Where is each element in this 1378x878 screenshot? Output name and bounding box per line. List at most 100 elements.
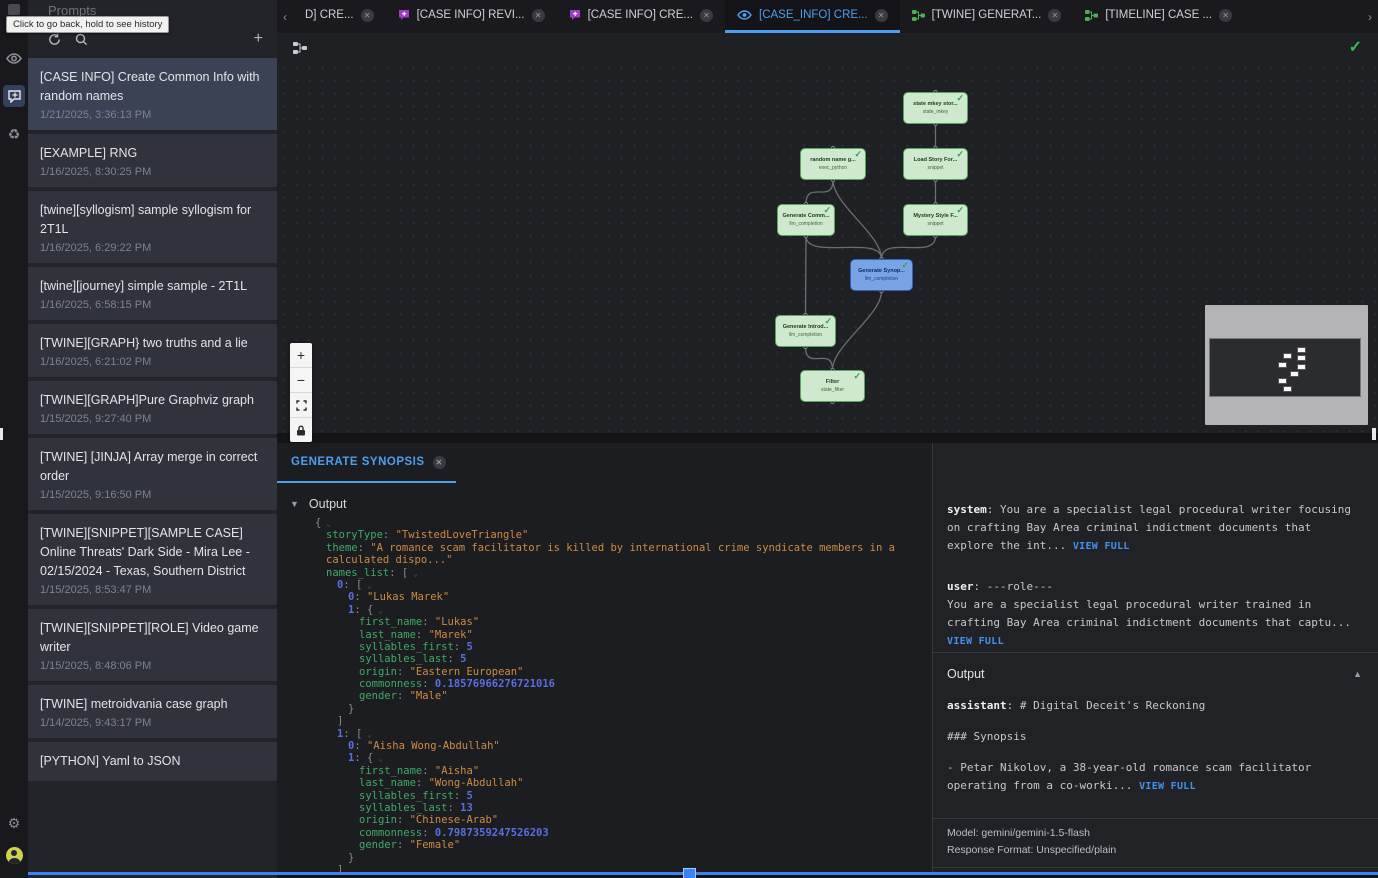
tab-generate-synopsis[interactable]: GENERATE SYNOPSIS ✕ bbox=[277, 443, 456, 483]
json-line: gender: "Male" bbox=[315, 690, 932, 702]
tab-close-icon[interactable]: ✕ bbox=[875, 9, 888, 22]
json-token: commonness bbox=[359, 678, 422, 690]
prompt-list-item[interactable]: [twine][syllogism] sample syllogism for … bbox=[28, 191, 277, 263]
prompt-date: 1/21/2025, 3:36:13 PM bbox=[40, 108, 265, 122]
graph-node[interactable]: Generate Synop...llm_completion✓ bbox=[850, 259, 913, 291]
tab-close-icon[interactable]: ✕ bbox=[1048, 9, 1061, 22]
prompt-title: [TWINE][SNIPPET][SAMPLE CASE] Online Thr… bbox=[40, 524, 265, 581]
tabs-scroll-right-icon[interactable]: › bbox=[1362, 0, 1378, 33]
prompt-list-item[interactable]: [TWINE] [JINJA] Array merge in correct o… bbox=[28, 438, 277, 510]
assistant-paragraph: - Petar Nikolov, a 38-year-old romance s… bbox=[947, 759, 1362, 796]
fit-view-button[interactable] bbox=[290, 393, 312, 418]
panel-resize-handle[interactable] bbox=[1372, 428, 1376, 440]
json-line: commonness: 0.7987359247526203 bbox=[315, 827, 932, 839]
json-token: "Marek" bbox=[429, 629, 473, 641]
check-icon: ✓ bbox=[823, 205, 831, 216]
json-line: 1: { ⌄ bbox=[315, 604, 932, 616]
flows-icon[interactable]: ♻ bbox=[0, 120, 28, 148]
back-button[interactable] bbox=[8, 4, 20, 15]
prompt-list-item[interactable]: [TWINE][GRAPH} two truths and a lie1/16/… bbox=[28, 324, 277, 377]
settings-gear-icon[interactable]: ⚙ bbox=[0, 809, 28, 837]
prompt-list-item[interactable]: [TWINE][GRAPH]Pure Graphviz graph1/15/20… bbox=[28, 381, 277, 434]
editor-tab[interactable]: [TWINE] GENERAT...✕ bbox=[900, 0, 1074, 33]
output-section-header[interactable]: ▼ Output bbox=[277, 483, 932, 517]
json-token: ] bbox=[337, 864, 343, 872]
prompt-list-item[interactable]: [TWINE][SNIPPET][ROLE] Video game writer… bbox=[28, 609, 277, 681]
tabs-scroll-left-icon[interactable]: ‹ bbox=[277, 0, 293, 33]
add-prompt-button[interactable]: + bbox=[254, 30, 263, 48]
prompt-list-item[interactable]: [PYTHON] Yaml to JSON bbox=[28, 742, 277, 781]
zoom-out-button[interactable]: − bbox=[290, 368, 312, 393]
zoom-in-button[interactable]: + bbox=[290, 343, 312, 368]
tab-close-icon[interactable]: ✕ bbox=[532, 9, 545, 22]
view-full-link[interactable]: VIEW FULL bbox=[1139, 781, 1196, 792]
check-icon: ✓ bbox=[956, 205, 964, 216]
prompt-list: [CASE INFO] Create Common Info with rand… bbox=[28, 56, 277, 868]
bottom-resize-handle[interactable] bbox=[683, 868, 696, 878]
prompt-list-item[interactable]: [CASE INFO] Create Common Info with rand… bbox=[28, 58, 277, 130]
prompt-date: 1/16/2025, 8:30:25 PM bbox=[40, 165, 265, 179]
graph-node[interactable]: Generate Introd...llm_completion✓ bbox=[775, 315, 836, 347]
json-token: ⌄ bbox=[362, 730, 372, 739]
tab-close-icon[interactable]: ✕ bbox=[433, 456, 446, 469]
json-token: "Male" bbox=[410, 690, 448, 702]
json-token: "Chinese-Arab" bbox=[410, 814, 499, 826]
tab-close-icon[interactable]: ✕ bbox=[361, 9, 374, 22]
model-footer: Model: gemini/gemini-1.5-flash Response … bbox=[933, 818, 1378, 868]
view-full-link[interactable]: VIEW FULL bbox=[1073, 541, 1130, 552]
json-token: : bbox=[354, 740, 367, 752]
json-token: : bbox=[397, 814, 410, 826]
node-subtitle: exec_python bbox=[801, 165, 865, 171]
message-text: ### Synopsis bbox=[947, 730, 1026, 743]
search-icon[interactable] bbox=[75, 33, 88, 46]
tab-close-icon[interactable]: ✕ bbox=[700, 9, 713, 22]
json-token: gender bbox=[359, 839, 397, 851]
bottom-resize-bar[interactable] bbox=[28, 872, 1378, 875]
json-token: : bbox=[416, 629, 429, 641]
editor-tab[interactable]: [CASE INFO] CRE...✕ bbox=[557, 0, 725, 33]
node-canvas[interactable]: ✓ state mkey stor...state_mkey✓random na… bbox=[277, 33, 1378, 433]
minimap-node-dot bbox=[1297, 355, 1306, 361]
lock-button[interactable] bbox=[290, 418, 312, 442]
left-resize-handle[interactable] bbox=[0, 428, 3, 440]
graph-node[interactable]: Load Story For...snippet✓ bbox=[903, 148, 968, 180]
json-token: origin bbox=[359, 666, 397, 678]
user-avatar[interactable] bbox=[6, 847, 23, 864]
check-icon: ✓ bbox=[956, 149, 964, 160]
json-token: names_list bbox=[326, 567, 389, 579]
chevron-down-icon: ▼ bbox=[290, 499, 299, 509]
tab-close-icon[interactable]: ✕ bbox=[1219, 9, 1232, 22]
refresh-icon[interactable] bbox=[48, 33, 61, 46]
graph-node[interactable]: Mystery Style F...snippet✓ bbox=[903, 204, 968, 236]
minimap[interactable] bbox=[1205, 305, 1368, 425]
editor-tab[interactable]: [TIMELINE] CASE ...✕ bbox=[1073, 0, 1244, 33]
view-full-link[interactable]: VIEW FULL bbox=[947, 636, 1004, 647]
eye-icon[interactable] bbox=[0, 44, 28, 72]
prompt-list-item[interactable]: [TWINE][SNIPPET][SAMPLE CASE] Online Thr… bbox=[28, 514, 277, 605]
prompt-list-item[interactable]: [twine][journey] simple sample - 2T1L1/1… bbox=[28, 267, 277, 320]
message-text: : You are a specialist legal procedural … bbox=[947, 503, 1351, 552]
json-token: calculated dispo..." bbox=[326, 554, 452, 566]
editor-tab[interactable]: D] CRE...✕ bbox=[293, 0, 386, 33]
assistant-output-header[interactable]: Output ▲ bbox=[947, 667, 1362, 681]
graph-node[interactable]: random name g...exec_python✓ bbox=[800, 148, 866, 180]
prompt-list-item[interactable]: [TWINE] metroidvania case graph1/14/2025… bbox=[28, 685, 277, 738]
editor-tab[interactable]: [CASE INFO] REVI...✕ bbox=[386, 0, 557, 33]
prompts-chat-icon[interactable] bbox=[3, 85, 25, 107]
json-token: "Wong-Abdullah" bbox=[429, 777, 524, 789]
prompt-date: 1/16/2025, 6:29:22 PM bbox=[40, 241, 265, 255]
prompt-date: 1/16/2025, 6:58:15 PM bbox=[40, 298, 265, 312]
json-token: : bbox=[397, 839, 410, 851]
prompt-title: [TWINE][GRAPH]Pure Graphviz graph bbox=[40, 391, 265, 410]
app-window: ♻ ⚙ Prompts + [CASE INFO] Create Common … bbox=[0, 0, 1378, 878]
prompt-date: 1/15/2025, 9:16:50 PM bbox=[40, 488, 265, 502]
check-icon: ✓ bbox=[901, 260, 909, 271]
check-icon: ✓ bbox=[824, 316, 832, 327]
prompt-list-item[interactable]: [EXAMPLE] RNG1/16/2025, 8:30:25 PM bbox=[28, 134, 277, 187]
json-token: : bbox=[354, 591, 367, 603]
graph-node[interactable]: state mkey stor...state_mkey✓ bbox=[903, 92, 968, 124]
json-token: : bbox=[397, 666, 410, 678]
graph-node[interactable]: Generate Comm...llm_completion✓ bbox=[777, 204, 835, 236]
editor-tab[interactable]: [CASE_INFO] CRE...✕ bbox=[725, 0, 900, 33]
graph-node[interactable]: Filterstate_filter✓ bbox=[800, 370, 865, 402]
